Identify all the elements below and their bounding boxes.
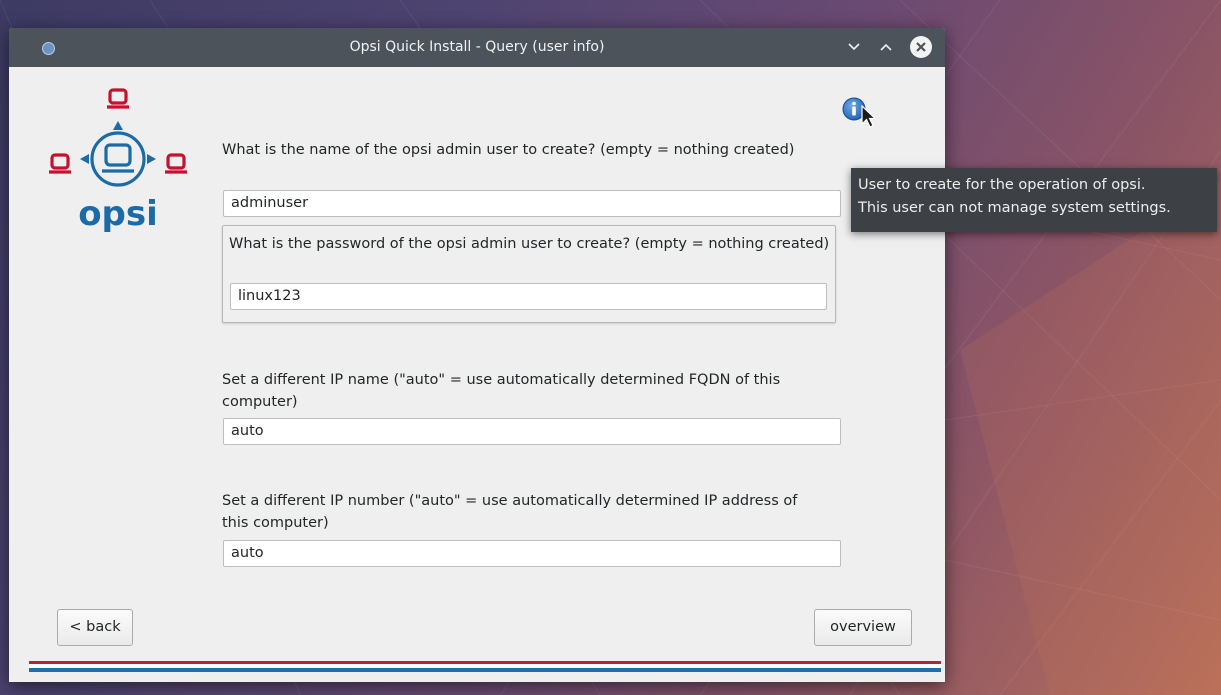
close-button[interactable] (910, 36, 932, 58)
maximize-button[interactable] (875, 36, 897, 58)
close-icon (916, 42, 926, 52)
opsi-logo: opsi (49, 88, 187, 234)
ip-number-label: Set a different IP number ("auto" = use … (222, 493, 798, 531)
mouse-cursor-icon (861, 105, 877, 128)
admin-password-label: What is the password of the opsi admin u… (229, 236, 830, 252)
admin-user-input[interactable]: adminuser (223, 190, 841, 217)
window-title: Opsi Quick Install - Query (user info) (349, 39, 605, 55)
ip-name-input[interactable]: auto (223, 418, 841, 445)
tooltip-line-1: User to create for the operation of opsi… (858, 177, 1146, 193)
password-group: What is the password of the opsi admin u… (222, 225, 836, 323)
title-bar[interactable]: Opsi Quick Install - Query (user info) (9, 28, 945, 67)
overview-button[interactable]: overview (814, 609, 912, 646)
ip-name-label: Set a different IP name ("auto" = use au… (222, 372, 781, 410)
ip-number-input[interactable]: auto (223, 540, 841, 567)
info-tooltip: User to create for the operation of opsi… (851, 168, 1217, 232)
admin-user-label: What is the name of the opsi admin user … (222, 142, 795, 158)
dialog-content: opsi What is the name of the opsi admin … (9, 67, 945, 682)
admin-password-input[interactable]: linux123 (230, 283, 827, 310)
brand-stripe-blue (29, 668, 941, 672)
installer-window: Opsi Quick Install - Query (user info) o… (9, 28, 945, 682)
tooltip-line-2: This user can not manage system settings… (858, 200, 1171, 216)
chevron-down-icon (848, 43, 860, 51)
logo-text: opsi (78, 194, 158, 234)
back-button[interactable]: < back (57, 609, 133, 646)
minimize-button[interactable] (843, 36, 865, 58)
chevron-up-icon (880, 43, 892, 51)
